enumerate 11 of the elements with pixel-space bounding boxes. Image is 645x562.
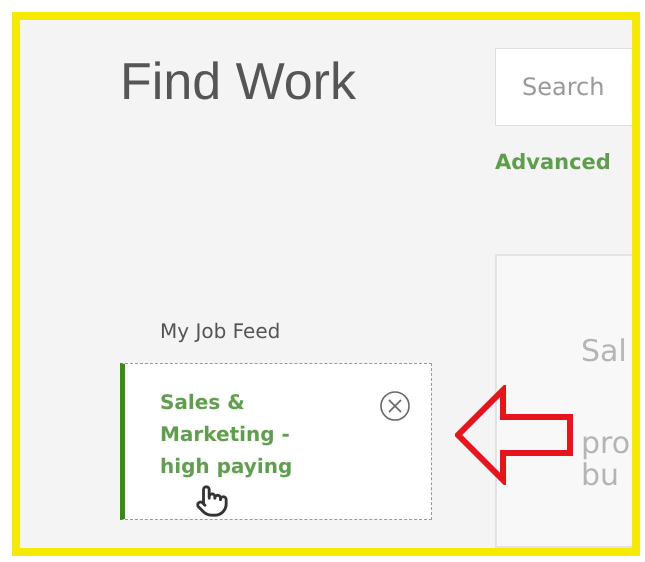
job-card-text: Sal bbox=[581, 336, 628, 368]
close-icon[interactable] bbox=[379, 390, 411, 422]
job-card-text: bu bbox=[581, 460, 620, 492]
page-title: Find Work bbox=[120, 52, 357, 112]
advanced-link[interactable]: Advanced bbox=[495, 150, 632, 174]
cursor-icon bbox=[195, 484, 229, 518]
job-card-text: pro bbox=[581, 428, 632, 460]
saved-search-label: Sales & Marketing - high paying bbox=[160, 389, 294, 480]
feed-heading: My Job Feed bbox=[160, 318, 282, 345]
saved-search-item[interactable]: Sales & Marketing - high paying bbox=[120, 363, 432, 520]
search-field[interactable]: Search bbox=[495, 48, 632, 126]
